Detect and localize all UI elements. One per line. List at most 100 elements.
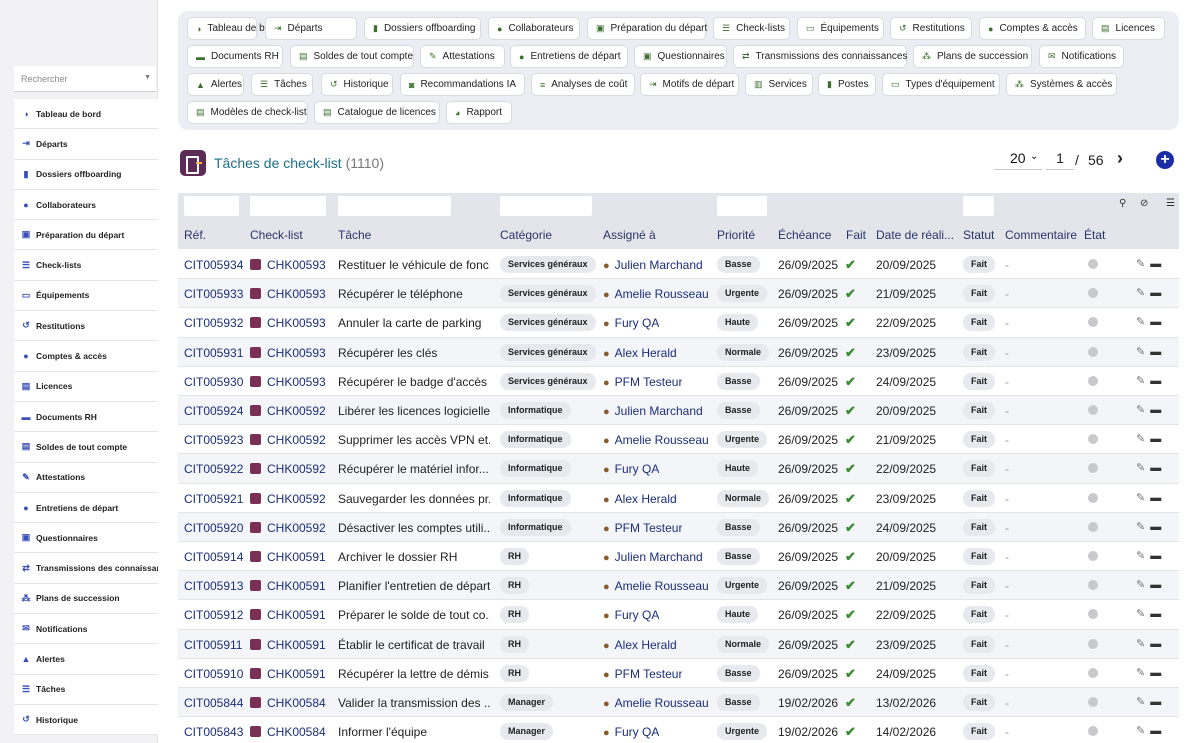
- assignee-link[interactable]: ● Julien Marchand: [603, 404, 703, 418]
- edit-pencil-icon[interactable]: ✎: [1136, 579, 1145, 591]
- search-icon[interactable]: ⚲: [1119, 198, 1126, 209]
- sidebar-item[interactable]: ▭ Équipements: [14, 281, 158, 312]
- sidebar-item[interactable]: ↺ Historique: [14, 705, 158, 736]
- checklist-link[interactable]: CHK00591: [250, 608, 326, 622]
- clear-filter-icon[interactable]: ⊘: [1140, 198, 1148, 209]
- nav-button[interactable]: ↺ Historique: [321, 73, 393, 96]
- nav-button[interactable]: ▤ Modèles de check-list: [187, 101, 308, 124]
- sidebar-item[interactable]: ● Comptes & accès: [14, 341, 158, 372]
- column-header[interactable]: Catégorie: [500, 228, 600, 242]
- nav-button[interactable]: ● Entretiens de départ: [510, 45, 628, 68]
- column-header[interactable]: Assigné à: [603, 228, 713, 242]
- assignee-link[interactable]: ● Alex Herald: [603, 346, 677, 360]
- assignee-link[interactable]: ● Alex Herald: [603, 492, 677, 506]
- table-row[interactable]: CIT005934 CHK00593 Restituer le véhicule…: [178, 250, 1179, 280]
- column-header[interactable]: Check-list: [250, 228, 330, 242]
- checklist-link[interactable]: CHK00593: [250, 287, 326, 301]
- edit-pencil-icon[interactable]: ✎: [1136, 316, 1145, 328]
- sidebar-item[interactable]: ● Entretiens de départ: [14, 493, 158, 524]
- table-row[interactable]: CIT005911 CHK00591 Établir le certificat…: [178, 629, 1179, 659]
- nav-button[interactable]: ● Comptes & accès: [979, 17, 1086, 40]
- trash-icon[interactable]: ▬: [1150, 433, 1161, 445]
- edit-pencil-icon[interactable]: ✎: [1136, 404, 1145, 416]
- sidebar-item[interactable]: ▲ Alertes: [14, 644, 158, 675]
- page-size-select[interactable]: 20 ⌄: [994, 150, 1042, 170]
- edit-pencil-icon[interactable]: ✎: [1136, 608, 1145, 620]
- trash-icon[interactable]: ▬: [1150, 696, 1161, 708]
- table-row[interactable]: CIT005922 CHK00592 Récupérer le matériel…: [178, 454, 1179, 484]
- checklist-link[interactable]: CHK00591: [250, 550, 326, 564]
- table-row[interactable]: CIT005914 CHK00591 Archiver le dossier R…: [178, 542, 1179, 572]
- nav-button[interactable]: ⇄ Transmissions des connaissances: [733, 45, 907, 68]
- sidebar-item[interactable]: ▤ Licences: [14, 372, 158, 402]
- filter-category-input[interactable]: [500, 196, 592, 216]
- assignee-link[interactable]: ● Fury QA: [603, 608, 659, 622]
- trash-icon[interactable]: ▬: [1150, 287, 1161, 299]
- edit-pencil-icon[interactable]: ✎: [1136, 521, 1145, 533]
- add-record-button[interactable]: +: [1156, 151, 1174, 169]
- ref-link[interactable]: CIT005931: [184, 346, 243, 360]
- nav-button[interactable]: ◑ Tableau de bord: [187, 17, 279, 40]
- sidebar-item[interactable]: ▬ Documents RH: [14, 402, 158, 433]
- checklist-link[interactable]: CHK00591: [250, 579, 326, 593]
- table-row[interactable]: CIT005924 CHK00592 Libérer les licences …: [178, 396, 1179, 426]
- column-header[interactable]: Date de réali...: [876, 228, 958, 242]
- sidebar-item[interactable]: ▣ Préparation du départ: [14, 220, 158, 251]
- nav-button[interactable]: ▭ Types d'équipement: [882, 73, 1000, 96]
- trash-icon[interactable]: ▬: [1150, 608, 1161, 620]
- table-row[interactable]: CIT005913 CHK00591 Planifier l'entretien…: [178, 571, 1179, 601]
- checklist-link[interactable]: CHK00592: [250, 462, 326, 476]
- chevron-down-icon[interactable]: ▼: [144, 74, 151, 81]
- edit-pencil-icon[interactable]: ✎: [1136, 433, 1145, 445]
- nav-button[interactable]: ▤ Licences: [1092, 17, 1165, 40]
- trash-icon[interactable]: ▬: [1150, 375, 1161, 387]
- ref-link[interactable]: CIT005934: [184, 258, 243, 272]
- filter-ref-input[interactable]: [184, 196, 239, 216]
- table-row[interactable]: CIT005920 CHK00592 Désactiver les compte…: [178, 512, 1179, 542]
- sidebar-item[interactable]: ⇄ Transmissions des connaissances: [14, 553, 158, 584]
- nav-button[interactable]: ▭ Équipements: [797, 17, 884, 40]
- checklist-link[interactable]: CHK00592: [250, 433, 326, 447]
- trash-icon[interactable]: ▬: [1150, 492, 1161, 504]
- nav-button[interactable]: ● Collaborateurs: [488, 17, 580, 40]
- trash-icon[interactable]: ▬: [1150, 316, 1161, 328]
- checklist-link[interactable]: CHK00593: [250, 346, 326, 360]
- checklist-link[interactable]: CHK00584: [250, 725, 326, 739]
- column-header[interactable]: Réf.: [184, 228, 244, 242]
- checklist-link[interactable]: CHK00592: [250, 492, 326, 506]
- assignee-link[interactable]: ● PFM Testeur: [603, 667, 682, 681]
- sidebar-item[interactable]: ⁂ Plans de succession: [14, 584, 158, 615]
- sidebar-item[interactable]: ● Collaborateurs: [14, 190, 158, 221]
- nav-button[interactable]: ▮ Postes: [818, 73, 876, 96]
- nav-button[interactable]: ✉ Notifications: [1039, 45, 1124, 68]
- checklist-link[interactable]: CHK00593: [250, 258, 326, 272]
- sidebar-item[interactable]: ✎ Attestations: [14, 463, 158, 493]
- assignee-link[interactable]: ● Fury QA: [603, 462, 659, 476]
- filter-priority-input[interactable]: [717, 196, 767, 216]
- edit-pencil-icon[interactable]: ✎: [1136, 287, 1145, 299]
- ref-link[interactable]: CIT005844: [184, 696, 243, 710]
- trash-icon[interactable]: ▬: [1150, 346, 1161, 358]
- assignee-link[interactable]: ● PFM Testeur: [603, 375, 682, 389]
- nav-button[interactable]: ✎ Attestations: [420, 45, 505, 68]
- edit-pencil-icon[interactable]: ✎: [1136, 550, 1145, 562]
- ref-link[interactable]: CIT005914: [184, 550, 243, 564]
- assignee-link[interactable]: ● Julien Marchand: [603, 550, 703, 564]
- edit-pencil-icon[interactable]: ✎: [1136, 258, 1145, 270]
- nav-button[interactable]: ☰ Tâches: [251, 73, 313, 96]
- trash-icon[interactable]: ▬: [1150, 258, 1161, 270]
- nav-button[interactable]: ◕ Rapport: [446, 101, 512, 124]
- table-row[interactable]: CIT005930 CHK00593 Récupérer le badge d'…: [178, 366, 1179, 396]
- table-row[interactable]: CIT005912 CHK00591 Préparer le solde de …: [178, 600, 1179, 630]
- edit-pencil-icon[interactable]: ✎: [1136, 667, 1145, 679]
- nav-button[interactable]: ◙ Recommandations IA: [400, 73, 525, 96]
- checklist-link[interactable]: CHK00591: [250, 638, 326, 652]
- assignee-link[interactable]: ● Fury QA: [603, 725, 659, 739]
- edit-pencil-icon[interactable]: ✎: [1136, 462, 1145, 474]
- table-row[interactable]: CIT005921 CHK00592 Sauvegarder les donné…: [178, 483, 1179, 513]
- table-row[interactable]: CIT005932 CHK00593 Annuler la carte de p…: [178, 308, 1179, 338]
- sidebar-item[interactable]: ☰ Check-lists: [14, 250, 158, 281]
- nav-button[interactable]: ☰ Check-lists: [713, 17, 790, 40]
- trash-icon[interactable]: ▬: [1150, 550, 1161, 562]
- ref-link[interactable]: CIT005922: [184, 462, 243, 476]
